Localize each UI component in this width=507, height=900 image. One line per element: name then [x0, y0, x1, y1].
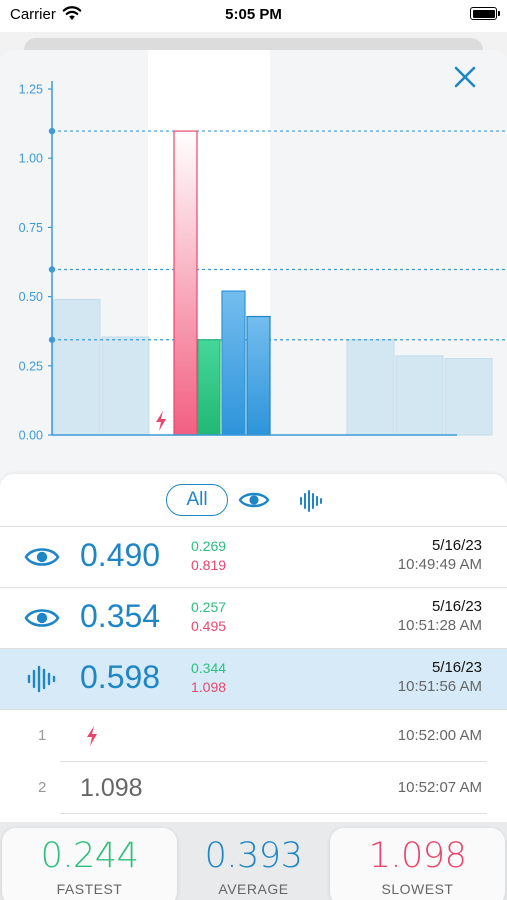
y-tick-label: 1.25: [19, 83, 43, 97]
lap-time: 10:52:07 AM: [397, 779, 482, 796]
background-bar: [444, 358, 493, 436]
result-max: 0.819: [191, 557, 227, 573]
reaction-chart: 1.25 1.00 0.75 0.50 0.25 0.00: [0, 50, 507, 470]
lap-row[interactable]: 2 1.098 10:52:07 AM: [0, 762, 507, 814]
result-min: 0.344: [191, 660, 227, 676]
filter-eye-icon[interactable]: [238, 488, 270, 512]
y-tick-label: 0.25: [19, 359, 43, 373]
y-tick-label: 1.00: [19, 152, 43, 166]
average-label: AVERAGE: [218, 881, 289, 897]
highlight-bar: [246, 315, 271, 436]
stats-bar: 0.244 FASTEST 0.393 AVERAGE 1.098 SLOWES…: [0, 822, 507, 900]
slowest-label: SLOWEST: [381, 881, 454, 897]
y-tick-label: 0.00: [19, 429, 43, 443]
result-time: 10:49:49 AM: [397, 556, 482, 573]
result-min: 0.269: [191, 538, 227, 554]
result-max: 0.495: [191, 618, 227, 634]
filter-bar: All: [0, 474, 507, 527]
lap-time: 10:52:00 AM: [397, 727, 482, 744]
result-row[interactable]: 0.354 0.257 0.495 5/16/23 10:51:28 AM: [0, 588, 507, 649]
lap-row[interactable]: 1 10:52:00 AM: [0, 710, 507, 762]
slowest-value: 1.098: [368, 836, 467, 876]
result-value: 0.490: [80, 537, 161, 573]
average-stat: 0.393 AVERAGE: [177, 828, 330, 900]
average-value: 0.393: [204, 836, 303, 876]
result-row-selected[interactable]: 0.598 0.344 1.098 5/16/23 10:51:56 AM: [0, 649, 507, 710]
result-value: 0.598: [80, 659, 161, 695]
y-tick-label: 0.50: [19, 290, 43, 304]
background-bar: [52, 298, 101, 436]
filter-all-button[interactable]: All: [166, 484, 228, 516]
status-bar: Carrier 5:05 PM: [0, 0, 507, 32]
y-tick-label: 0.75: [19, 221, 43, 235]
slowest-stat: 1.098 SLOWEST: [330, 828, 505, 900]
highlight-bar: [197, 339, 221, 436]
close-icon[interactable]: [449, 61, 481, 93]
background-bar: [101, 336, 150, 436]
lap-number: 1: [38, 727, 47, 744]
result-max: 1.098: [191, 679, 227, 695]
lap-number: 2: [38, 779, 47, 796]
background-bar: [395, 355, 444, 436]
eye-icon: [24, 609, 60, 627]
fastest-label: FASTEST: [56, 881, 123, 897]
bolt-icon: [87, 726, 97, 746]
divider: [60, 813, 487, 814]
result-date: 5/16/23: [431, 537, 482, 554]
highlight-bar: [221, 290, 246, 436]
result-time: 10:51:56 AM: [397, 678, 482, 695]
result-date: 5/16/23: [431, 598, 482, 615]
highlight-bar: [173, 130, 198, 436]
background-bar: [346, 339, 395, 436]
fastest-stat: 0.244 FASTEST: [2, 828, 177, 900]
result-time: 10:51:28 AM: [397, 617, 482, 634]
result-row[interactable]: 0.490 0.269 0.819 5/16/23 10:49:49 AM: [0, 527, 507, 588]
status-time: 5:05 PM: [225, 6, 282, 23]
lap-value: 1.098: [80, 774, 143, 802]
result-value: 0.354: [80, 598, 161, 634]
result-date: 5/16/23: [431, 659, 482, 676]
fastest-value: 0.244: [40, 836, 139, 876]
chart-canvas: 1.25 1.00 0.75 0.50 0.25 0.00: [19, 50, 507, 443]
eye-icon: [24, 548, 60, 566]
result-min: 0.257: [191, 599, 227, 615]
waveform-icon: [27, 665, 56, 693]
filter-waveform-icon[interactable]: [297, 488, 325, 514]
battery-icon: [470, 7, 500, 20]
